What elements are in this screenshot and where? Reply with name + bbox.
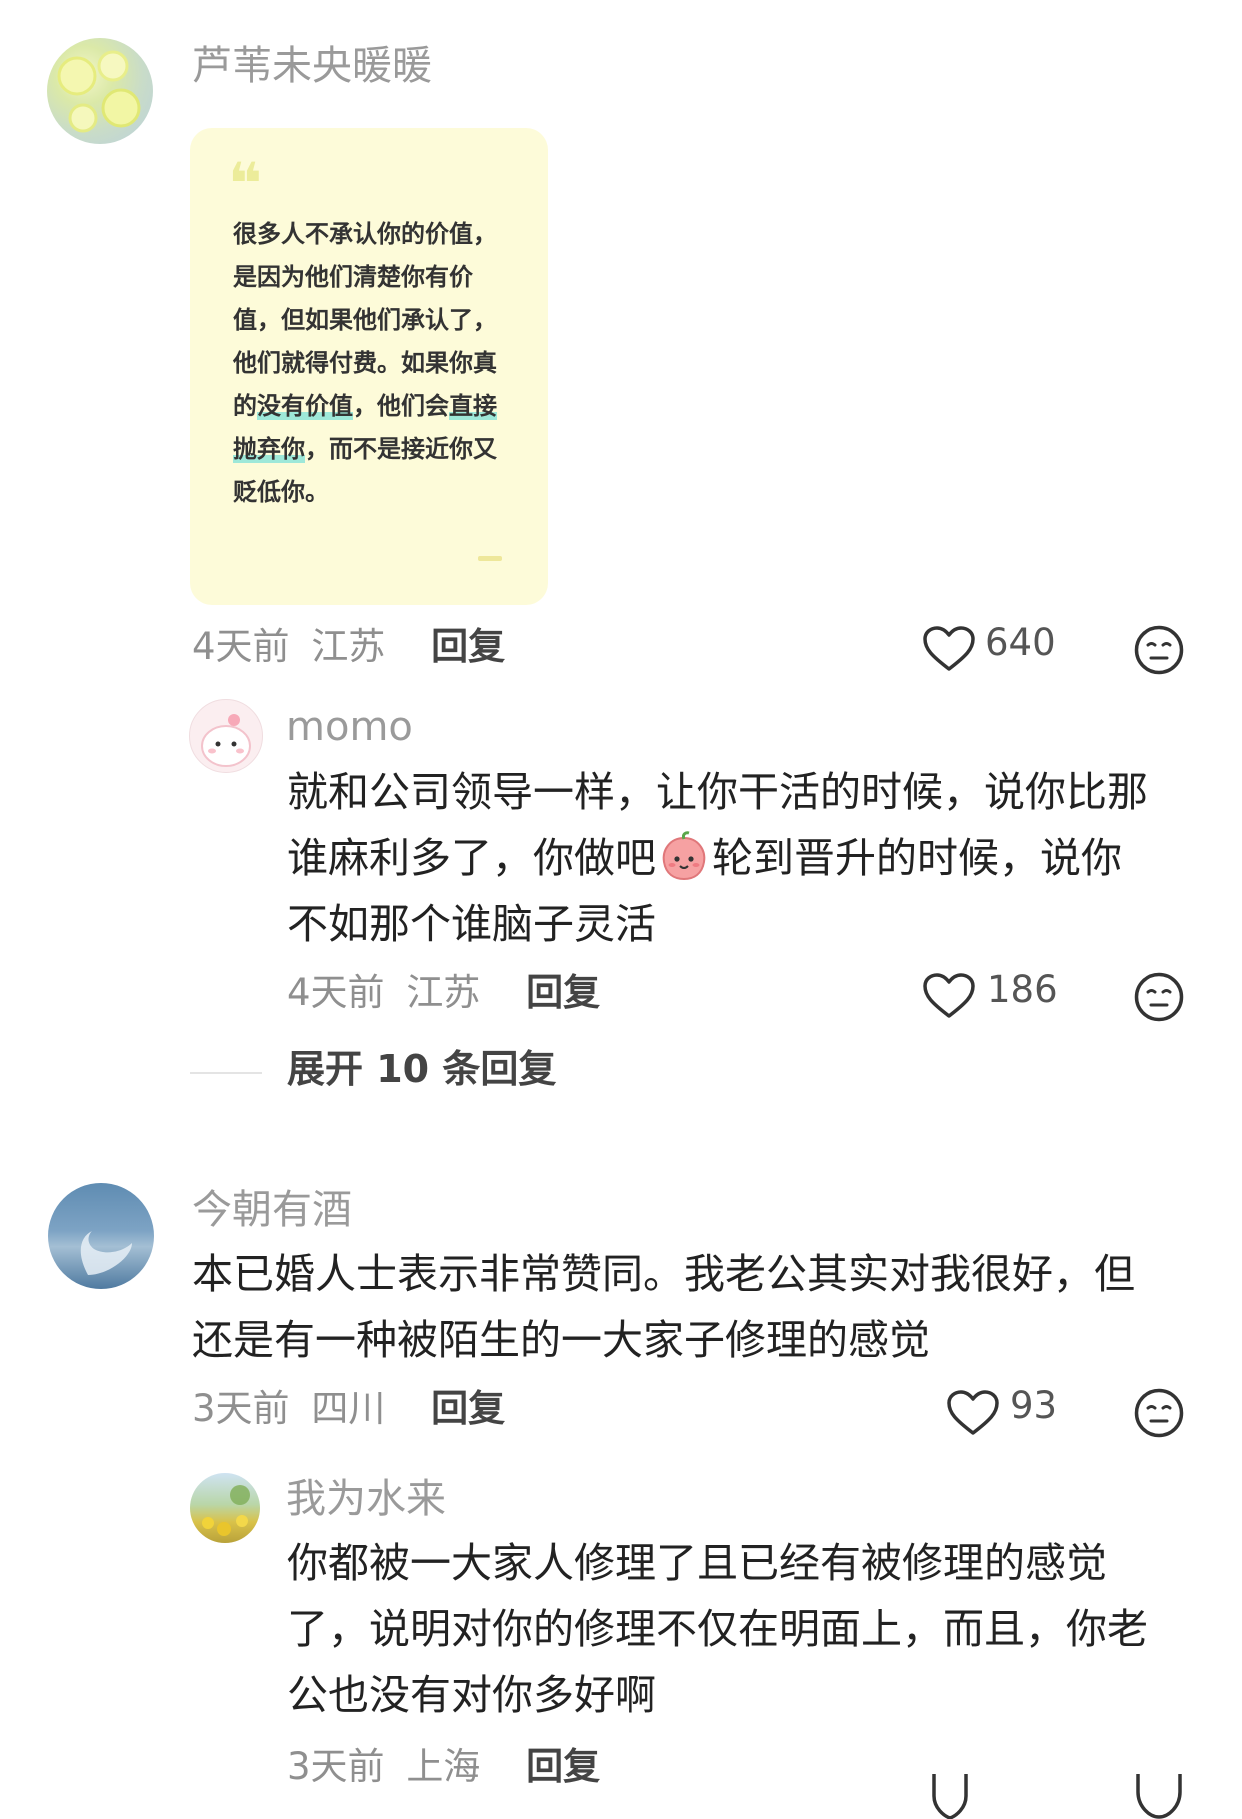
avatar[interactable] [189, 699, 263, 773]
quote-text: 很多人不承认你的价值， 是因为他们清楚你有价 值，但如果他们承认了， 他们就得付… [233, 213, 533, 514]
reply-button[interactable]: 回复 [526, 1745, 600, 1788]
text-line: 你都被一大家人修理了且已经有被修理的感觉 [287, 1539, 1107, 1587]
quote-highlight: 直接 [449, 392, 497, 420]
reply-text: 就和公司领导一样，让你干活的时候，说你比那 谁麻利多了，你做吧 轮到晋升的时候，… [287, 759, 1217, 957]
reply-username[interactable]: 我为水来 [286, 1475, 446, 1523]
comment-text: 本已婚人士表示非常赞同。我老公其实对我很好，但 还是有一种被陌生的一大家子修理的… [192, 1241, 1222, 1373]
quote-segment: 的 [233, 392, 257, 420]
heart-outline-icon[interactable] [922, 972, 976, 1020]
heart-outline-icon[interactable] [922, 625, 976, 673]
comment-username[interactable]: 今朝有酒 [192, 1186, 352, 1234]
reply-meta: 4天前 江苏 回复 [287, 970, 600, 1016]
quote-line: 是因为他们清楚你有价 [233, 263, 473, 291]
quote-line: 很多人不承认你的价值， [233, 220, 497, 248]
meh-face-icon[interactable] [1135, 1774, 1183, 1819]
reply-time: 4天前 [287, 971, 385, 1014]
comment-time: 3天前 [192, 1387, 290, 1430]
avatar[interactable] [48, 1183, 154, 1289]
text-line: 就和公司领导一样，让你干活的时候，说你比那 [287, 768, 1148, 816]
reply-location: 上海 [406, 1745, 481, 1788]
quote-image-card[interactable]: ❝ 很多人不承认你的价值， 是因为他们清楚你有价 值，但如果他们承认了， 他们就… [190, 128, 548, 605]
meh-face-icon[interactable] [1133, 1387, 1185, 1439]
text-line: 了，说明对你的修理不仅在明面上，而且，你老 [287, 1605, 1148, 1653]
text-line: 不如那个谁脑子灵活 [287, 900, 656, 948]
comment-location: 四川 [311, 1387, 386, 1430]
peach-face-emoji [662, 831, 706, 881]
quote-line: 的没有价值，他们会直接 [233, 385, 533, 428]
reply-button[interactable]: 回复 [431, 625, 505, 668]
quote-line: 值，但如果他们承认了， [233, 306, 497, 334]
reply-meta: 3天前 上海 回复 [287, 1744, 600, 1790]
comment-time: 4天前 [192, 625, 290, 668]
quote-segment: ，他们会 [353, 392, 449, 420]
reply-location: 江苏 [406, 971, 481, 1014]
reply-username[interactable]: momo [286, 703, 413, 751]
text-line: 谁麻利多了，你做吧 轮到晋升的时候，说你 [287, 825, 1217, 891]
quote-line: 贬低你。 [233, 478, 329, 506]
avatar[interactable] [47, 38, 153, 144]
quote-highlight: 没有价值 [257, 392, 353, 420]
like-count: 640 [985, 621, 1056, 664]
quote-segment: ，而不是接近你又 [305, 435, 497, 463]
comment-meta: 3天前 四川 回复 [192, 1386, 505, 1432]
text-segment: 轮到晋升的时候，说你 [712, 834, 1122, 882]
quote-line: 他们就得付费。如果你真 [233, 349, 497, 377]
reply-time: 3天前 [287, 1745, 385, 1788]
reply-button[interactable]: 回复 [526, 971, 600, 1014]
comment-location: 江苏 [311, 625, 386, 668]
reply-button[interactable]: 回复 [431, 1387, 505, 1430]
heart-outline-icon[interactable] [930, 1774, 970, 1819]
text-line: 还是有一种被陌生的一大家子修理的感觉 [192, 1316, 930, 1364]
meh-face-icon[interactable] [1133, 971, 1185, 1023]
comment-meta: 4天前 江苏 回复 [192, 624, 505, 670]
flower-field-icon [202, 1485, 250, 1536]
reply-text: 你都被一大家人修理了且已经有被修理的感觉 了，说明对你的修理不仅在明面上，而且，… [287, 1530, 1227, 1728]
avatar[interactable] [190, 1473, 260, 1543]
expand-replies-button[interactable]: 展开 10 条回复 [287, 1045, 556, 1093]
crescent-moon-icon [80, 1231, 132, 1275]
comment-username[interactable]: 芦苇未央暖暖 [192, 42, 432, 90]
text-line: 公也没有对你多好啊 [287, 1671, 656, 1719]
quote-line: 抛弃你，而不是接近你又 [233, 428, 533, 471]
lemon-slices-icon [57, 50, 141, 133]
text-segment: 谁麻利多了，你做吧 [287, 834, 656, 882]
text-line: 本已婚人士表示非常赞同。我老公其实对我很好，但 [192, 1250, 1135, 1298]
like-count: 93 [1010, 1384, 1058, 1427]
cute-creature-avatar-icon [201, 714, 251, 767]
expand-divider [190, 1072, 262, 1074]
card-decoration-dash [478, 556, 502, 561]
meh-face-icon[interactable] [1133, 624, 1185, 676]
quote-mark-icon: ❝ [228, 150, 263, 218]
like-count: 186 [987, 968, 1058, 1011]
heart-outline-icon[interactable] [946, 1389, 1000, 1437]
quote-highlight: 抛弃你 [233, 435, 305, 463]
